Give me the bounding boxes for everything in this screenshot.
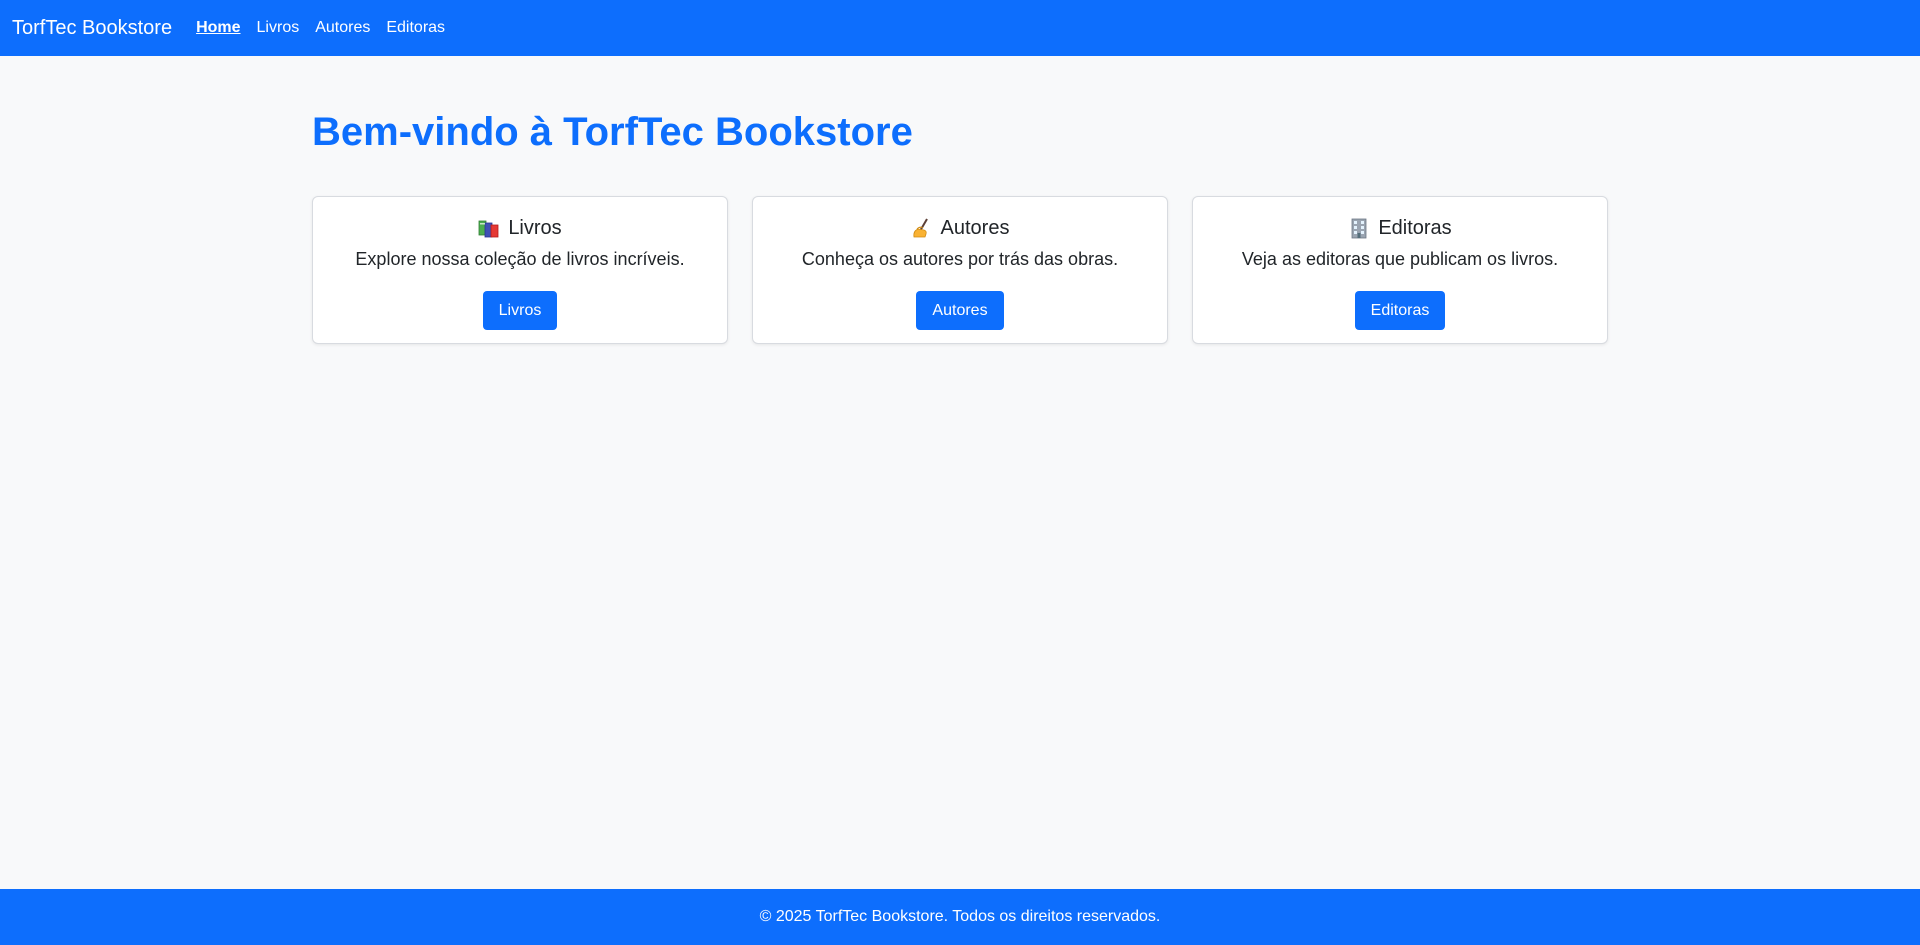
autores-button[interactable]: Autores <box>916 291 1004 330</box>
card-text: Conheça os autores por trás das obras. <box>801 249 1119 269</box>
card-title: Livros <box>508 216 562 239</box>
books-icon <box>478 217 500 239</box>
navbar: TorfTec Bookstore Home Livros Autores Ed… <box>0 0 1920 56</box>
office-building-icon <box>1348 217 1370 239</box>
footer-text: © 2025 TorfTec Bookstore. Todos os direi… <box>759 908 1161 925</box>
card-row: Livros Explore nossa coleção de livros i… <box>312 196 1608 344</box>
nav-link-home[interactable]: Home <box>196 19 240 37</box>
card-livros: Livros Explore nossa coleção de livros i… <box>312 196 728 344</box>
card-autores: Autores Conheça os autores por trás das … <box>752 196 1168 344</box>
card-title-row: Livros <box>478 215 562 241</box>
main-content: Bem-vindo à TorfTec Bookstore Livros Exp… <box>312 56 1608 344</box>
editoras-button[interactable]: Editoras <box>1354 291 1446 330</box>
footer: © 2025 TorfTec Bookstore. Todos os direi… <box>0 889 1920 945</box>
card-title: Editoras <box>1378 216 1452 239</box>
page-title: Bem-vindo à TorfTec Bookstore <box>312 110 913 154</box>
brand-link[interactable]: TorfTec Bookstore <box>12 17 172 40</box>
livros-button[interactable]: Livros <box>482 291 558 330</box>
card-editoras: Editoras Veja as editoras que publicam o… <box>1192 196 1608 344</box>
card-title-row: Editoras <box>1348 215 1452 241</box>
writing-hand-icon <box>911 217 933 239</box>
card-title-row: Autores <box>911 215 1010 241</box>
card-text: Veja as editoras que publicam os livros. <box>1241 249 1559 269</box>
card-title: Autores <box>940 216 1010 239</box>
nav-link-editoras[interactable]: Editoras <box>386 19 445 37</box>
nav-links: Home Livros Autores Editoras <box>196 19 461 37</box>
nav-link-livros[interactable]: Livros <box>257 19 300 37</box>
card-text: Explore nossa coleção de livros incrívei… <box>355 249 685 269</box>
nav-link-autores[interactable]: Autores <box>315 19 370 37</box>
